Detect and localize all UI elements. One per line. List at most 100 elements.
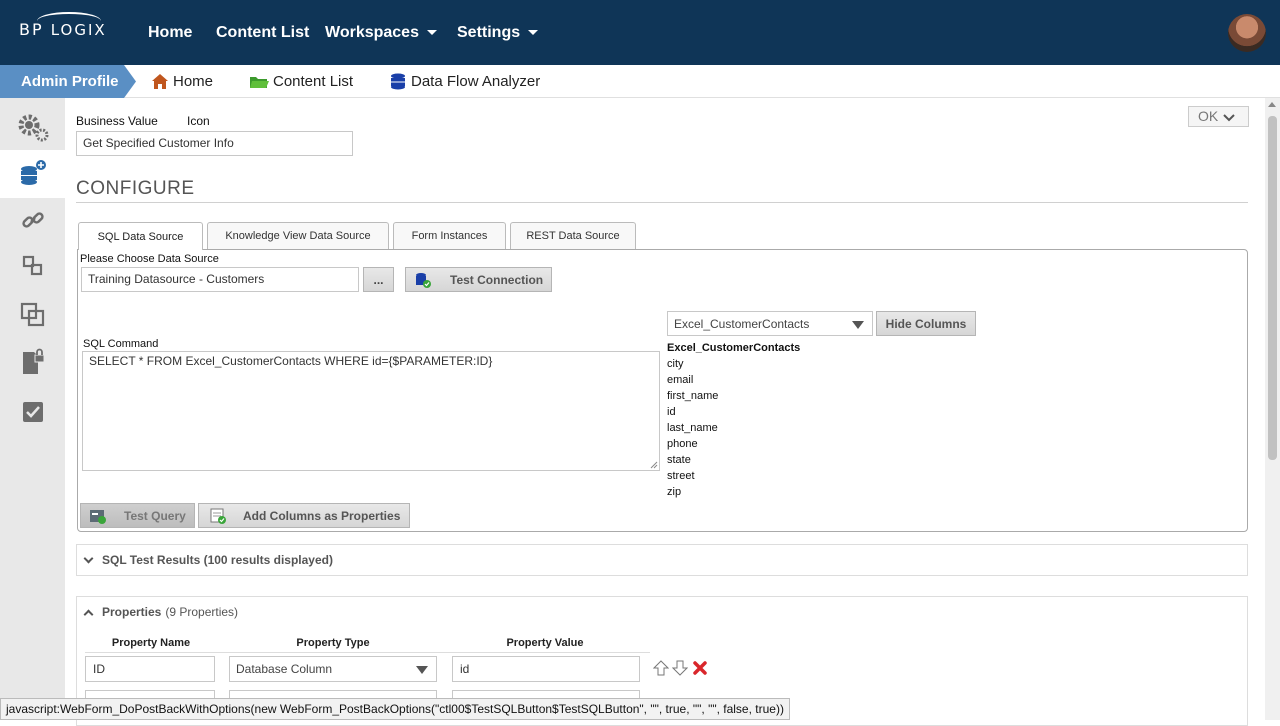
rail-tasks[interactable] <box>0 388 65 436</box>
sql-test-results-section: SQL Test Results (100 results displayed) <box>76 544 1248 576</box>
column-item[interactable]: email <box>667 372 800 388</box>
add-columns-label: Add Columns as Properties <box>243 508 401 523</box>
browse-button-label: ... <box>373 272 384 287</box>
topnav-home-label: Home <box>148 23 193 41</box>
admin-profile-tab[interactable]: Admin Profile <box>0 65 136 98</box>
top-navigation-bar: BP LOGIX Home Content List Workspaces Se… <box>0 0 1280 65</box>
column-header-property-value: Property Value <box>506 637 584 649</box>
add-columns-button[interactable]: Add Columns as Properties <box>198 503 410 528</box>
column-item[interactable]: zip <box>667 484 800 500</box>
topnav-settings-label: Settings <box>457 23 521 41</box>
business-value-label: Business Value <box>76 114 158 128</box>
ok-button-label: OK <box>1198 108 1219 124</box>
rail-permissions[interactable] <box>0 338 65 386</box>
logo-arc <box>37 12 101 30</box>
sql-command-textarea[interactable]: SELECT * FROM Excel_CustomerContacts WHE… <box>82 351 660 471</box>
delete-icon[interactable] <box>692 660 708 676</box>
property-value-input[interactable]: id <box>452 656 640 682</box>
resize-grip-icon[interactable] <box>650 461 658 469</box>
query-run-icon <box>90 509 106 524</box>
browser-status-bar: javascript:WebForm_DoPostBackWithOptions… <box>0 698 790 720</box>
property-name-text: ID <box>93 662 105 676</box>
subnav-data-flow-analyzer-label: Data Flow Analyzer <box>411 73 541 90</box>
business-value-input[interactable]: Get Specified Customer Info <box>76 131 353 156</box>
table-select-value: Excel_CustomerContacts <box>674 316 810 331</box>
vertical-scrollbar[interactable] <box>1265 98 1280 720</box>
tab-label: SQL Data Source <box>97 230 184 243</box>
chevron-down-icon <box>83 553 94 563</box>
user-avatar[interactable] <box>1228 14 1266 52</box>
link-icon <box>21 212 44 228</box>
scrollbar-thumb[interactable] <box>1268 116 1277 460</box>
tab-label: Form Instances <box>411 230 488 242</box>
test-query-button[interactable]: Test Query <box>80 503 195 528</box>
copy-icon <box>20 302 44 327</box>
properties-header[interactable]: Properties (9 Properties) <box>83 605 238 619</box>
subnav-data-flow-analyzer[interactable]: Data Flow Analyzer <box>389 65 540 98</box>
database-add-icon <box>20 160 46 185</box>
topnav-workspaces-label: Workspaces <box>325 23 419 41</box>
tab-form-instances[interactable]: Form Instances <box>393 222 506 249</box>
add-columns-icon <box>210 508 226 524</box>
rail-settings[interactable] <box>0 104 65 152</box>
test-connection-button[interactable]: Test Connection <box>405 267 552 292</box>
column-item[interactable]: first_name <box>667 388 800 404</box>
column-item[interactable]: id <box>667 404 800 420</box>
topnav-home[interactable]: Home <box>148 0 192 65</box>
configure-divider <box>76 202 1248 203</box>
tab-rest-data-source[interactable]: REST Data Source <box>510 222 636 249</box>
property-name-input[interactable]: ID <box>85 656 215 682</box>
database-check-icon <box>416 272 431 288</box>
dropdown-arrow-icon <box>852 321 864 329</box>
status-bar-text: javascript:WebForm_DoPostBackWithOptions… <box>6 702 784 716</box>
sql-command-text: SELECT * FROM Excel_CustomerContacts WHE… <box>89 354 493 368</box>
move-down-icon[interactable] <box>672 660 688 676</box>
rail-copy[interactable] <box>0 291 65 339</box>
topnav-workspaces[interactable]: Workspaces <box>325 0 437 65</box>
ok-button[interactable]: OK <box>1188 106 1249 127</box>
chevron-up-icon <box>83 609 94 619</box>
column-item[interactable]: city <box>667 356 800 372</box>
subnav-home[interactable]: Home <box>151 65 213 98</box>
topnav-content-list[interactable]: Content List <box>216 0 309 65</box>
tab-knowledge-view-data-source[interactable]: Knowledge View Data Source <box>207 222 389 249</box>
admin-profile-label: Admin Profile <box>21 73 119 90</box>
hide-columns-label: Hide Columns <box>885 316 967 331</box>
subnav-home-label: Home <box>173 73 214 90</box>
test-query-label: Test Query <box>124 508 186 523</box>
rail-data-sources[interactable] <box>0 150 65 198</box>
browse-data-source-button[interactable]: ... <box>363 267 394 292</box>
topnav-settings[interactable]: Settings <box>457 0 539 65</box>
sql-test-results-title: SQL Test Results (100 results displayed) <box>102 553 333 567</box>
column-item[interactable]: last_name <box>667 420 800 436</box>
tab-sql-data-source[interactable]: SQL Data Source <box>78 222 203 250</box>
business-value-text: Get Specified Customer Info <box>83 136 234 150</box>
configure-heading: CONFIGURE <box>76 178 195 199</box>
column-item[interactable]: street <box>667 468 800 484</box>
hide-columns-button[interactable]: Hide Columns <box>876 311 976 336</box>
sql-test-results-header[interactable]: SQL Test Results (100 results displayed) <box>83 553 333 567</box>
data-source-input[interactable]: Training Datasource - Customers <box>81 267 359 292</box>
left-tool-rail <box>0 98 65 720</box>
column-item[interactable]: phone <box>667 436 800 452</box>
column-item[interactable]: state <box>667 452 800 468</box>
house-icon <box>152 74 168 89</box>
choose-data-source-label: Please Choose Data Source <box>80 253 219 265</box>
table-select[interactable]: Excel_CustomerContacts <box>667 311 873 336</box>
test-connection-label: Test Connection <box>450 272 544 287</box>
rail-links[interactable] <box>0 196 65 244</box>
gears-icon <box>18 114 48 142</box>
property-value-text: id <box>460 662 470 676</box>
rail-steps[interactable] <box>0 242 65 290</box>
bplogix-logo[interactable]: BP LOGIX <box>19 12 107 39</box>
subnav-content-list[interactable]: Content List <box>249 65 353 98</box>
main-content: Business Value Icon Get Specified Custom… <box>65 98 1265 726</box>
subnav-content-list-label: Content List <box>273 73 354 90</box>
move-up-icon[interactable] <box>653 660 669 676</box>
scroll-up-arrow-icon[interactable] <box>1268 102 1276 107</box>
property-type-select[interactable]: Database Column <box>229 656 437 682</box>
database-icon <box>391 73 405 90</box>
column-header-property-name: Property Name <box>111 637 191 649</box>
secondary-navigation-bar: Admin Profile Home Content List Data Flo… <box>0 65 1280 98</box>
column-list-header: Excel_CustomerContacts <box>667 342 801 354</box>
